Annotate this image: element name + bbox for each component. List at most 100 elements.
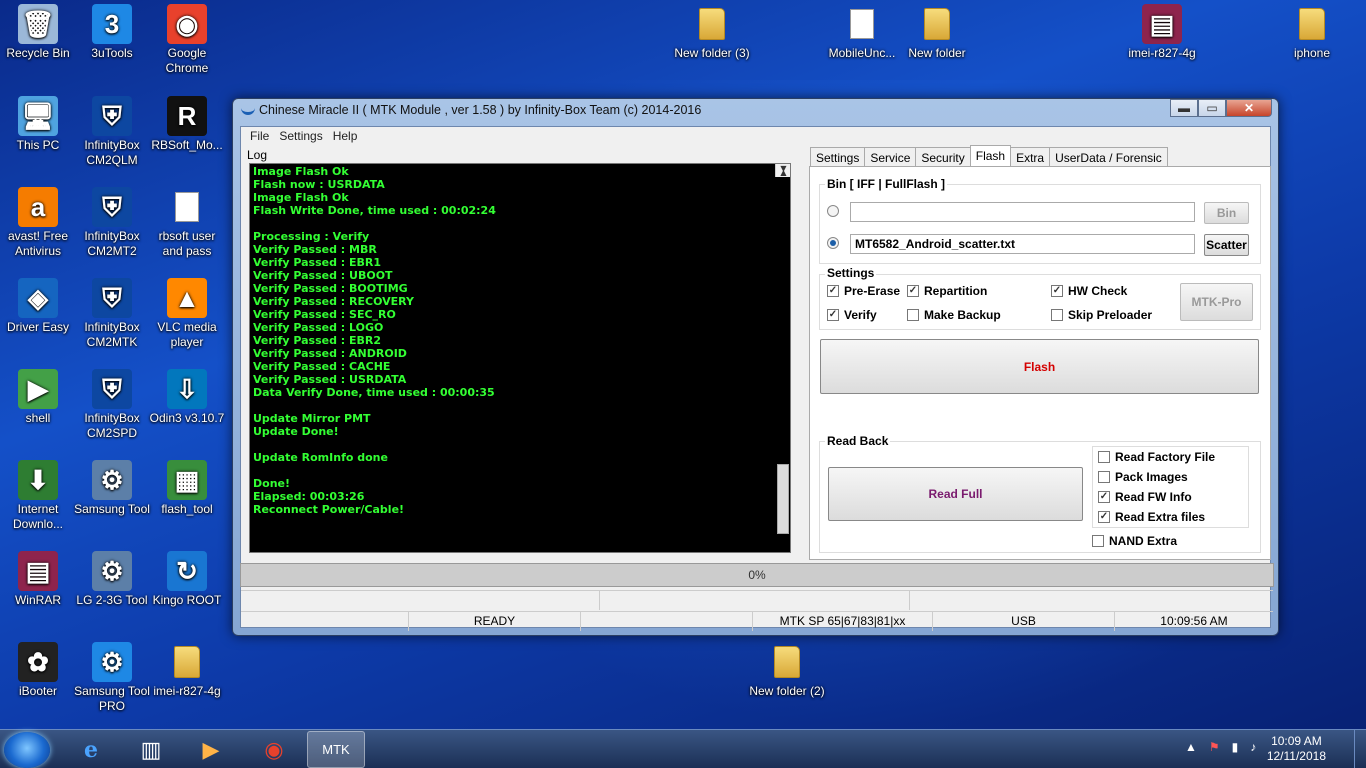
- menu-file[interactable]: File: [245, 127, 274, 145]
- bin-radio[interactable]: [827, 205, 839, 217]
- desktop-icon[interactable]: New folder (2): [749, 642, 825, 699]
- show-hidden-icon[interactable]: ▲: [1185, 740, 1197, 754]
- tab-extra[interactable]: Extra: [1010, 147, 1051, 166]
- desktop-icon[interactable]: ⛨ InfinityBox CM2MT2: [74, 187, 150, 259]
- desktop-icon[interactable]: ◉ Google Chrome: [149, 4, 225, 76]
- desktop-icon[interactable]: ◈ Driver Easy: [0, 278, 76, 335]
- maximize-button[interactable]: ▭: [1198, 99, 1226, 117]
- app-logo-icon: [241, 105, 255, 115]
- desktop-icon[interactable]: ▲ VLC media player: [149, 278, 225, 350]
- cm2-taskbar-icon[interactable]: MTK: [307, 731, 365, 768]
- internet-explorer-icon[interactable]: e: [62, 731, 120, 768]
- log-line: Verify Passed : EBR1: [253, 256, 382, 269]
- bin-button[interactable]: Bin: [1204, 202, 1249, 224]
- desktop-icon[interactable]: New folder (3): [674, 4, 750, 61]
- check-icon: ✓: [1051, 285, 1063, 297]
- mtk-pro-button[interactable]: MTK-Pro: [1180, 283, 1253, 321]
- clock[interactable]: 10:09 AM 12/11/2018: [1267, 734, 1326, 764]
- tab-flash[interactable]: Flash: [969, 145, 1012, 166]
- volume-icon[interactable]: ♪: [1250, 740, 1256, 754]
- start-button[interactable]: [4, 732, 50, 768]
- desktop-icon[interactable]: iphone: [1274, 4, 1350, 61]
- minimize-button[interactable]: ▬: [1170, 99, 1198, 117]
- flash-button[interactable]: Flash: [820, 339, 1259, 394]
- network-icon[interactable]: ▮: [1232, 740, 1239, 754]
- desktop-icon-label: RBSoft_Mo...: [151, 138, 223, 152]
- desktop-icon[interactable]: ⇩ Odin3 v3.10.7: [149, 369, 225, 426]
- title-bar[interactable]: Chinese Miracle II ( MTK Module , ver 1.…: [233, 99, 1278, 124]
- desktop-icon[interactable]: ▦ flash_tool: [149, 460, 225, 517]
- read-full-button[interactable]: Read Full: [828, 467, 1083, 521]
- desktop-icon[interactable]: ⚙ Samsung Tool PRO: [74, 642, 150, 714]
- status-bar: READY MTK SP 65|67|83|81|xx USB 10:09:56…: [241, 611, 1273, 631]
- infinitybox-icon: ⛨: [92, 96, 132, 136]
- taskbar: e ▥ ▶ ◉ MTK ▲ ⚑ ▮ ♪ 10:09 AM 12/11/2018: [0, 729, 1366, 768]
- desktop-icon-label: Samsung Tool PRO: [74, 684, 150, 713]
- desktop-icon[interactable]: ⛨ InfinityBox CM2QLM: [74, 96, 150, 168]
- show-desktop-button[interactable]: [1354, 730, 1366, 768]
- menu-settings[interactable]: Settings: [274, 127, 327, 145]
- clock-date: 12/11/2018: [1266, 749, 1326, 763]
- read-fw-info-checkbox[interactable]: ✓ Read FW Info: [1098, 490, 1192, 504]
- scatter-radio[interactable]: [827, 237, 839, 249]
- read-extra-files-checkbox[interactable]: ✓ Read Extra files: [1098, 510, 1205, 524]
- desktop-icon[interactable]: ⚙ LG 2-3G Tool: [74, 551, 150, 608]
- make-backup-checkbox[interactable]: Make Backup: [907, 308, 1001, 322]
- desktop-icon-label: iBooter: [18, 684, 58, 698]
- file-explorer-icon[interactable]: ▥: [122, 731, 180, 768]
- scroll-down-icon[interactable]: ▼: [776, 164, 790, 175]
- read-factory-file-checkbox[interactable]: Read Factory File: [1098, 450, 1215, 464]
- desktop-icon-label: Samsung Tool: [74, 502, 150, 516]
- desktop-icon[interactable]: a avast! Free Antivirus: [0, 187, 76, 259]
- tab-userdata-forensic[interactable]: UserData / Forensic: [1049, 147, 1168, 166]
- desktop-icon[interactable]: ↻ Kingo ROOT: [149, 551, 225, 608]
- desktop-icon[interactable]: 3 3uTools: [74, 4, 150, 61]
- desktop-icon[interactable]: MobileUnc...: [824, 4, 900, 61]
- nand-extra-checkbox[interactable]: NAND Extra: [1092, 534, 1177, 548]
- desktop-icon-label: WinRAR: [14, 593, 61, 607]
- tab-security[interactable]: Security: [915, 147, 971, 166]
- desktop-icon[interactable]: ▶ shell: [0, 369, 76, 426]
- desktop-icon[interactable]: rbsoft user and pass: [149, 187, 225, 259]
- tab-service[interactable]: Service: [864, 147, 917, 166]
- desktop-icon-label: iphone: [1293, 46, 1331, 60]
- chrome-taskbar-icon[interactable]: ◉: [245, 731, 303, 768]
- menu-help[interactable]: Help: [328, 127, 363, 145]
- desktop-icon-label: New folder: [908, 46, 966, 60]
- desktop-icon[interactable]: ✿ iBooter: [0, 642, 76, 699]
- tab-settings[interactable]: Settings: [810, 147, 866, 166]
- desktop-icon[interactable]: R RBSoft_Mo...: [149, 96, 225, 153]
- desktop-icon[interactable]: ⛨ InfinityBox CM2MTK: [74, 278, 150, 350]
- desktop-icon[interactable]: 🖥 This PC: [0, 96, 76, 153]
- close-button[interactable]: ✕: [1226, 99, 1272, 117]
- scatter-button[interactable]: Scatter: [1204, 234, 1249, 256]
- hw-check-checkbox[interactable]: ✓ HW Check: [1051, 284, 1127, 298]
- ibooter-icon: ✿: [18, 642, 58, 682]
- log-scrollbar[interactable]: ▲ ▼: [775, 164, 790, 534]
- log-line: Update RomInfo done: [253, 451, 388, 464]
- desktop-icon[interactable]: ⬇ Internet Downlo...: [0, 460, 76, 532]
- media-player-icon[interactable]: ▶: [182, 731, 240, 768]
- desktop-icon[interactable]: imei-r827-4g: [149, 642, 225, 699]
- desktop-icon-label: imei-r827-4g: [1128, 46, 1196, 60]
- desktop-icon[interactable]: ▤ WinRAR: [0, 551, 76, 608]
- desktop-icon[interactable]: ⛨ InfinityBox CM2SPD: [74, 369, 150, 441]
- scroll-thumb[interactable]: [777, 464, 789, 534]
- scatter-path-input[interactable]: MT6582_Android_scatter.txt: [850, 234, 1195, 254]
- desktop-icon[interactable]: New folder: [899, 4, 975, 61]
- repartition-checkbox[interactable]: ✓ Repartition: [907, 284, 987, 298]
- skip-preloader-checkbox[interactable]: Skip Preloader: [1051, 308, 1152, 322]
- action-center-icon[interactable]: ⚑: [1209, 740, 1220, 754]
- log-output[interactable]: Image Flash Ok Flash now : USRDATA Image F…: [249, 163, 791, 553]
- desktop-icon[interactable]: 🗑 Recycle Bin: [0, 4, 76, 61]
- desktop-icon[interactable]: ⚙ Samsung Tool: [74, 460, 150, 517]
- log-line: Verify Passed : ANDROID: [253, 347, 407, 360]
- verify-checkbox[interactable]: ✓ Verify: [827, 308, 877, 322]
- pack-images-checkbox[interactable]: Pack Images: [1098, 470, 1188, 484]
- log-line: Data Verify Done, time used : 00:00:35: [253, 386, 495, 399]
- desktop-icon-label: MobileUnc...: [828, 46, 896, 60]
- pre-erase-checkbox[interactable]: ✓ Pre-Erase: [827, 284, 900, 298]
- desktop-icon[interactable]: ▤ imei-r827-4g: [1124, 4, 1200, 61]
- bin-path-input[interactable]: [850, 202, 1195, 222]
- log-line: Verify Passed : CACHE: [253, 360, 391, 373]
